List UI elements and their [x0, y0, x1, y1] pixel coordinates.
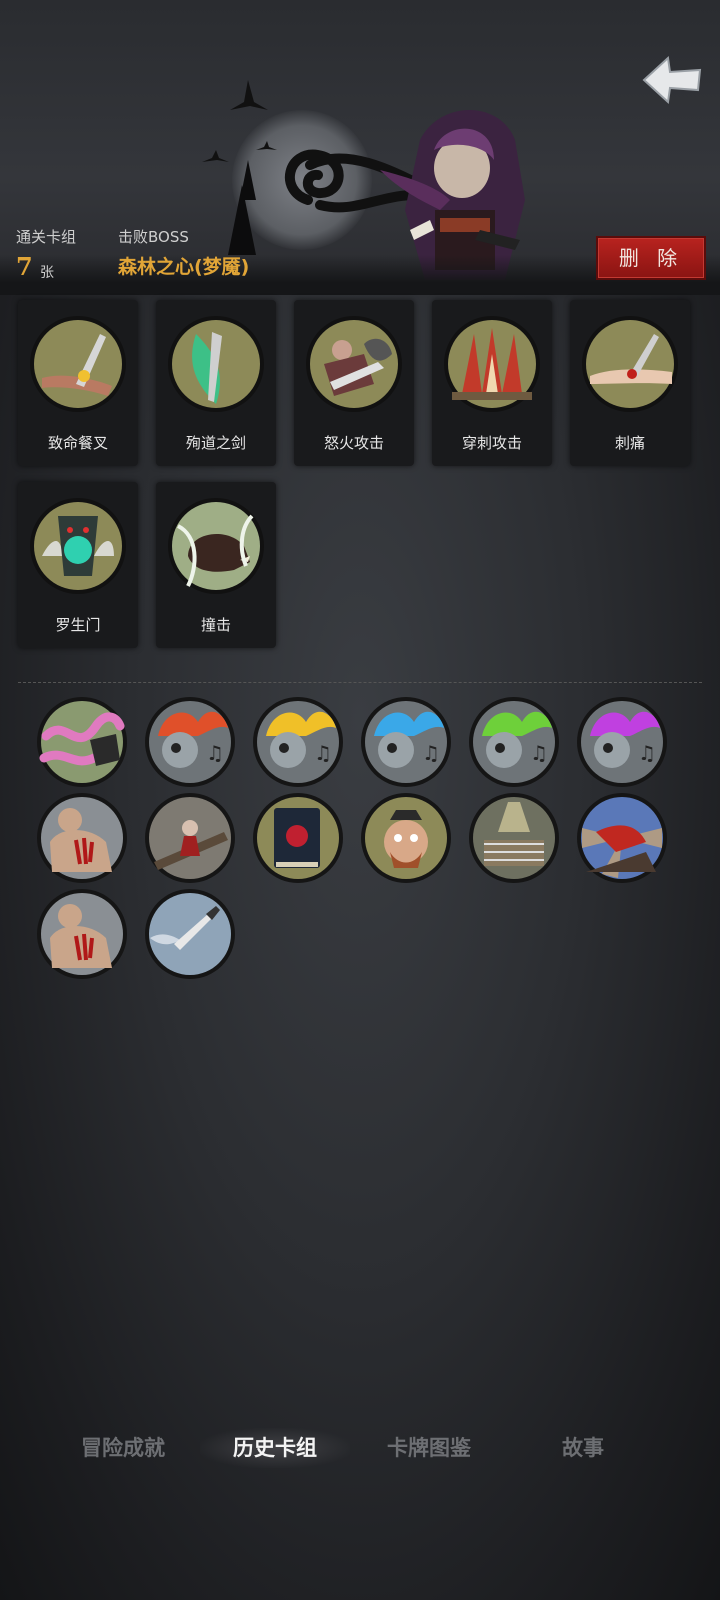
- boxing-ring-icon[interactable]: [468, 792, 560, 884]
- martyr-sword-icon: [168, 316, 264, 412]
- pine-tree-icon: [228, 160, 256, 255]
- svg-text:♫: ♫: [206, 741, 224, 765]
- fork-stab-icon: [30, 316, 126, 412]
- bloody-brawler-icon[interactable]: [36, 888, 128, 980]
- svg-text:♫: ♫: [530, 741, 548, 765]
- fury-attack-icon: [306, 316, 402, 412]
- defeated-boss-label: 击败BOSS: [118, 228, 189, 246]
- bloody-brawler-icon[interactable]: [36, 792, 128, 884]
- svg-text:♫: ♫: [422, 741, 440, 765]
- hooded-hero-portrait: [380, 110, 525, 280]
- card-item[interactable]: 殉道之剑: [156, 300, 276, 466]
- tab-history-deck[interactable]: 历史卡组: [200, 1428, 350, 1468]
- tentacle-relic-icon[interactable]: [36, 696, 128, 788]
- boss-name: 森林之心(梦魇): [118, 256, 250, 278]
- svg-text:♫: ♫: [638, 741, 656, 765]
- girl-on-bridge-icon[interactable]: [144, 792, 236, 884]
- sting-icon: [582, 316, 678, 412]
- card-name: 殉道之剑: [185, 434, 246, 452]
- card-item[interactable]: 罗生门: [18, 482, 138, 648]
- card-name: 刺痛: [614, 434, 645, 452]
- card-item[interactable]: 撞击: [156, 482, 276, 648]
- delete-button[interactable]: 删 除: [596, 236, 706, 280]
- card-name: 穿刺攻击: [461, 434, 522, 452]
- back-arrow-button[interactable]: [640, 52, 704, 108]
- svg-text:♫: ♫: [314, 741, 332, 765]
- back-arrow-icon: [642, 55, 702, 105]
- card-count: 7: [16, 252, 33, 281]
- card-name: 撞击: [200, 616, 231, 634]
- card-item[interactable]: 刺痛: [570, 300, 690, 466]
- cleared-deck-label: 通关卡组: [16, 228, 77, 246]
- bat-icon: [256, 141, 277, 150]
- card-name: 致命餐叉: [47, 434, 108, 452]
- tab-card-codex[interactable]: 卡牌图鉴: [354, 1428, 504, 1468]
- card-item[interactable]: 穿刺攻击: [432, 300, 552, 466]
- red-book-icon[interactable]: [252, 792, 344, 884]
- card-count-unit: 张: [40, 265, 54, 281]
- yellow-fire-skull-icon[interactable]: ♫: [252, 696, 344, 788]
- green-fire-skull-icon[interactable]: ♫: [468, 696, 560, 788]
- tab-achievements[interactable]: 冒险成就: [48, 1428, 198, 1468]
- card-item[interactable]: 怒火攻击: [294, 300, 414, 466]
- purple-fire-skull-icon[interactable]: ♫: [576, 696, 668, 788]
- boar-charge-icon: [168, 498, 264, 594]
- tab-story[interactable]: 故事: [508, 1428, 658, 1468]
- bat-icon: [230, 80, 268, 110]
- pierce-attack-icon: [444, 316, 540, 412]
- card-name: 怒火攻击: [323, 434, 384, 452]
- bottom-nav: 冒险成就 历史卡组 卡牌图鉴 故事: [0, 1418, 720, 1478]
- knife-sky-icon[interactable]: [144, 888, 236, 980]
- card-item[interactable]: 致命餐叉: [18, 300, 138, 466]
- red-cape-hero-icon[interactable]: [576, 792, 668, 884]
- blue-fire-skull-icon[interactable]: ♫: [360, 696, 452, 788]
- card-name: 罗生门: [55, 616, 101, 634]
- rashomon-icon: [30, 498, 126, 594]
- red-fire-skull-icon[interactable]: ♫: [144, 696, 236, 788]
- section-divider: [18, 682, 702, 683]
- bat-icon: [202, 150, 229, 162]
- scared-pirate-icon[interactable]: [360, 792, 452, 884]
